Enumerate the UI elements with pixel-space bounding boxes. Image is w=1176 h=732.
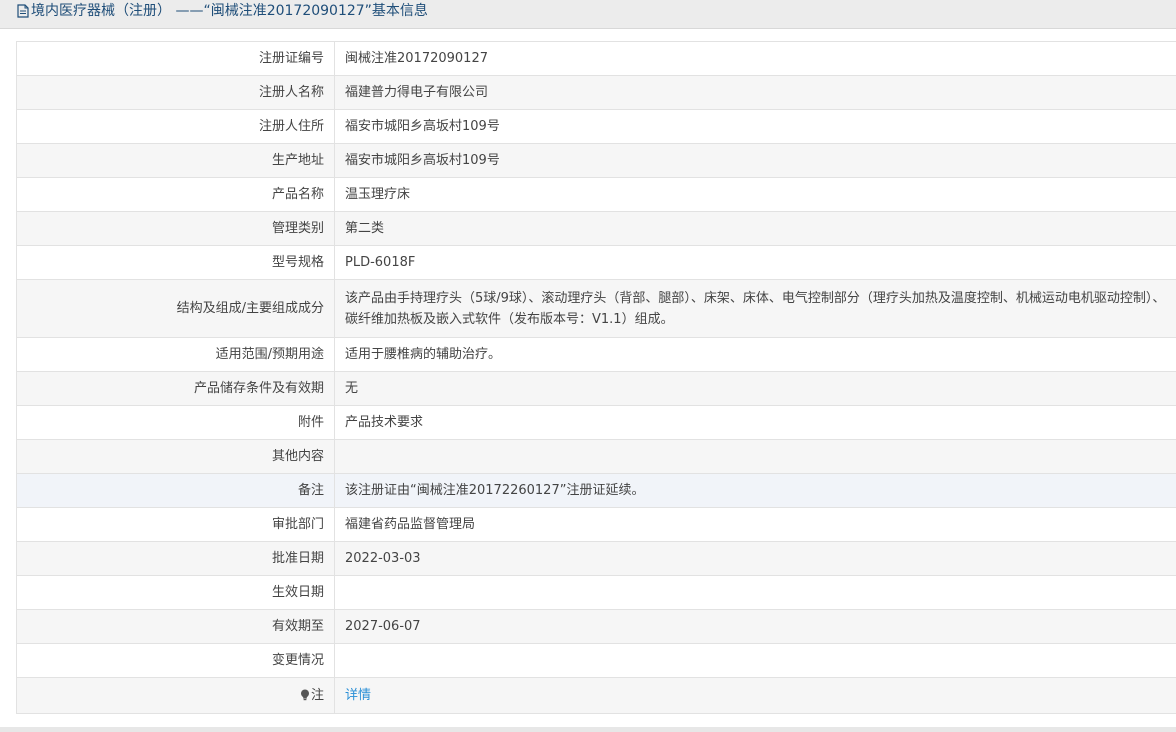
field-value <box>334 439 1176 474</box>
table-row: 有效期至 2027-06-07 <box>16 609 1176 644</box>
field-label: 适用范围/预期用途 <box>16 337 335 372</box>
field-label: 产品名称 <box>16 177 335 212</box>
field-label: 注册人住所 <box>16 109 335 144</box>
info-panel: 注册证编号 闽械注准20172090127 注册人名称 福建普力得电子有限公司 … <box>0 28 1176 727</box>
table-row: 生产地址 福安市城阳乡高坂村109号 <box>16 143 1176 178</box>
page-header: 境内医疗器械（注册） ——“闽械注准20172090127”基本信息 <box>0 0 1176 28</box>
table-row: 注册人名称 福建普力得电子有限公司 <box>16 75 1176 110</box>
table-row: 注册证编号 闽械注准20172090127 <box>16 41 1176 76</box>
field-label: 附件 <box>16 405 335 440</box>
table-row: 变更情况 <box>16 643 1176 678</box>
field-label: 生效日期 <box>16 575 335 610</box>
note-label: 注 <box>310 688 324 703</box>
field-value: 福安市城阳乡高坂村109号 <box>334 109 1176 144</box>
document-icon <box>17 4 29 18</box>
table-row: 审批部门 福建省药品监督管理局 <box>16 507 1176 542</box>
table-row: 生效日期 <box>16 575 1176 610</box>
field-value: 适用于腰椎病的辅助治疗。 <box>334 337 1176 372</box>
field-label: 其他内容 <box>16 439 335 474</box>
table-row: 产品名称 温玉理疗床 <box>16 177 1176 212</box>
lightbulb-icon <box>300 689 309 701</box>
field-label: 变更情况 <box>16 643 335 678</box>
note-row: 注 详情 <box>16 677 1176 714</box>
field-label: 结构及组成/主要组成成分 <box>16 279 335 338</box>
field-value <box>334 643 1176 678</box>
field-value: 产品技术要求 <box>334 405 1176 440</box>
field-label: 批准日期 <box>16 541 335 576</box>
field-value: 福建省药品监督管理局 <box>334 507 1176 542</box>
table-row: 备注 该注册证由“闽械注准20172260127”注册证延续。 <box>16 473 1176 508</box>
table-row: 结构及组成/主要组成成分 该产品由手持理疗头（5球/9球）、滚动理疗头（背部、腿… <box>16 279 1176 338</box>
field-value: 该产品由手持理疗头（5球/9球）、滚动理疗头（背部、腿部）、床架、床体、电气控制… <box>334 279 1176 338</box>
field-value: 2027-06-07 <box>334 609 1176 644</box>
details-link[interactable]: 详情 <box>345 688 371 703</box>
info-table: 注册证编号 闽械注准20172090127 注册人名称 福建普力得电子有限公司 … <box>16 41 1176 714</box>
field-label: 有效期至 <box>16 609 335 644</box>
field-value: 温玉理疗床 <box>334 177 1176 212</box>
field-value: 无 <box>334 371 1176 406</box>
field-value: 该注册证由“闽械注准20172260127”注册证延续。 <box>334 473 1176 508</box>
field-label: 注册证编号 <box>16 41 335 76</box>
field-label: 注册人名称 <box>16 75 335 110</box>
field-label: 型号规格 <box>16 245 335 280</box>
field-value <box>334 575 1176 610</box>
table-row: 其他内容 <box>16 439 1176 474</box>
table-row: 型号规格 PLD-6018F <box>16 245 1176 280</box>
table-row: 附件 产品技术要求 <box>16 405 1176 440</box>
table-row: 注册人住所 福安市城阳乡高坂村109号 <box>16 109 1176 144</box>
note-label-cell: 注 <box>16 677 335 714</box>
field-label: 生产地址 <box>16 143 335 178</box>
page-title: 境内医疗器械（注册） ——“闽械注准20172090127”基本信息 <box>31 3 428 19</box>
field-label: 产品储存条件及有效期 <box>16 371 335 406</box>
note-value-cell: 详情 <box>334 677 1176 714</box>
field-label: 管理类别 <box>16 211 335 246</box>
field-value: 第二类 <box>334 211 1176 246</box>
field-value: 福建普力得电子有限公司 <box>334 75 1176 110</box>
table-row: 管理类别 第二类 <box>16 211 1176 246</box>
field-label: 审批部门 <box>16 507 335 542</box>
field-value: PLD-6018F <box>334 245 1176 280</box>
table-row: 批准日期 2022-03-03 <box>16 541 1176 576</box>
table-row: 产品储存条件及有效期 无 <box>16 371 1176 406</box>
field-value: 福安市城阳乡高坂村109号 <box>334 143 1176 178</box>
table-row: 适用范围/预期用途 适用于腰椎病的辅助治疗。 <box>16 337 1176 372</box>
field-label: 备注 <box>16 473 335 508</box>
field-value: 闽械注准20172090127 <box>334 41 1176 76</box>
field-value: 2022-03-03 <box>334 541 1176 576</box>
